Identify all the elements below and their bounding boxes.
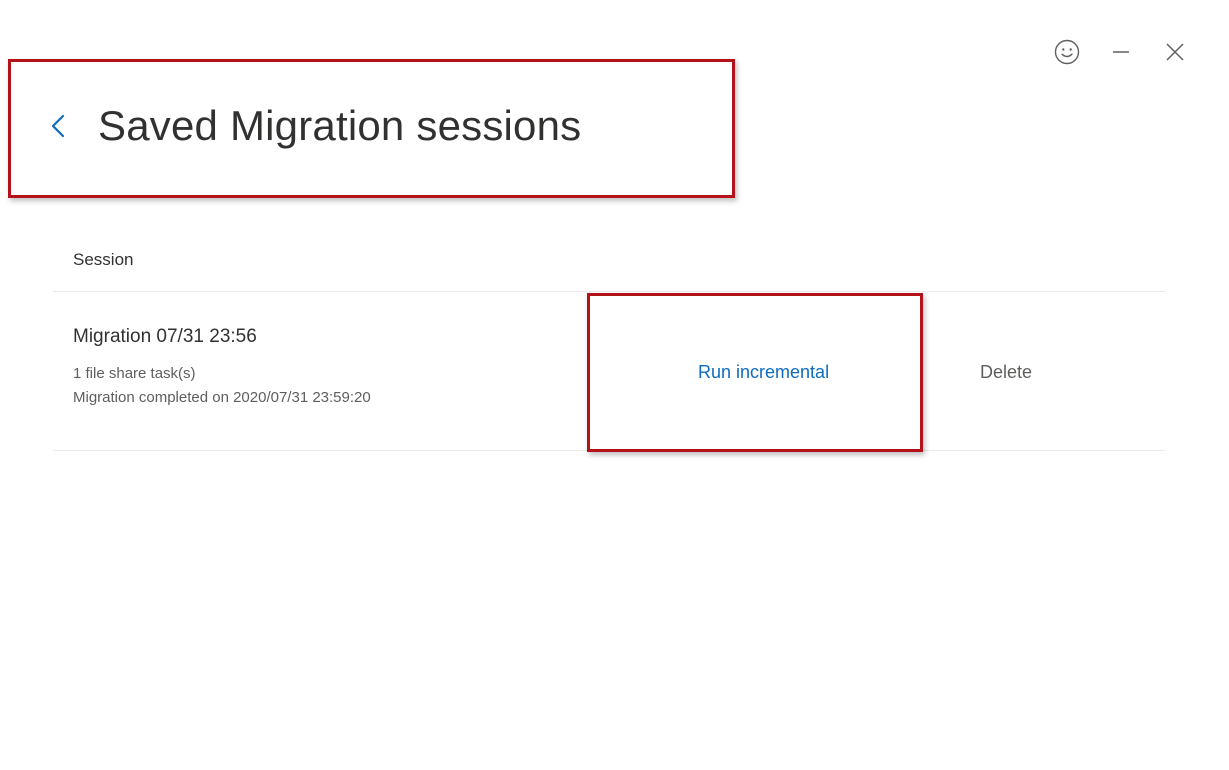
page-header: Saved Migration sessions — [50, 96, 581, 156]
close-icon — [1166, 43, 1184, 61]
session-task-count: 1 file share task(s) — [73, 365, 196, 382]
session-name: Migration 07/31 23:56 — [73, 326, 257, 347]
close-button[interactable] — [1159, 36, 1191, 68]
back-button[interactable] — [50, 106, 80, 146]
delete-button[interactable]: Delete — [980, 362, 1032, 383]
chevron-left-icon — [51, 114, 65, 138]
migration-sessions-page: Saved Migration sessions Session Migrati… — [0, 0, 1229, 770]
table-header: Session — [53, 228, 1165, 292]
table-row: Migration 07/31 23:56 1 file share task(… — [53, 292, 1165, 451]
feedback-button[interactable] — [1051, 36, 1083, 68]
session-status: Migration completed on 2020/07/31 23:59:… — [73, 389, 371, 406]
minimize-icon — [1113, 51, 1129, 53]
column-header-session: Session — [73, 249, 134, 269]
session-info: Migration 07/31 23:56 1 file share task(… — [73, 326, 371, 410]
minimize-button[interactable] — [1105, 36, 1137, 68]
smiley-icon — [1054, 39, 1080, 65]
run-incremental-button[interactable]: Run incremental — [698, 362, 829, 383]
page-title: Saved Migration sessions — [98, 102, 582, 149]
sessions-table: Session Migration 07/31 23:56 1 file sha… — [53, 228, 1165, 451]
window-controls — [1051, 36, 1191, 68]
